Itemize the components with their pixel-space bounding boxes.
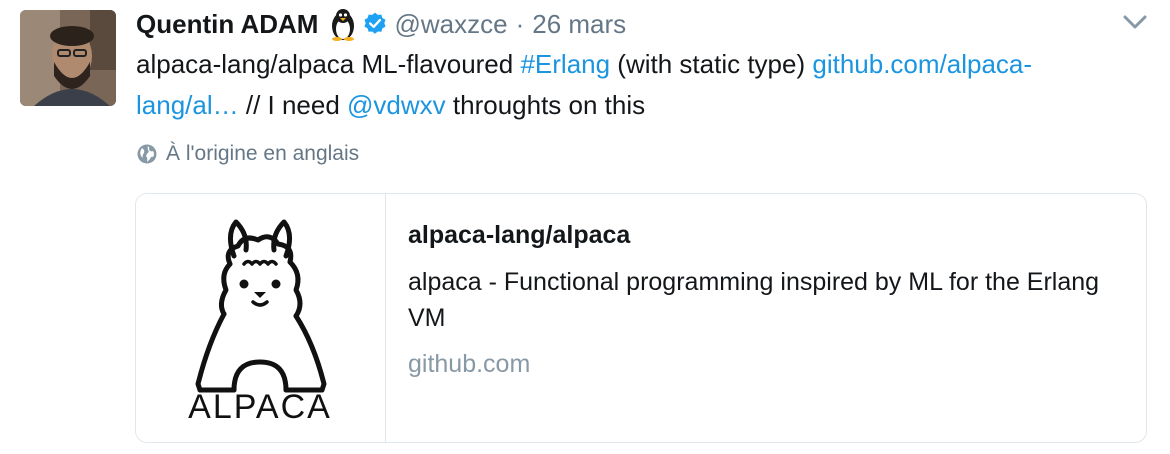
tux-penguin-icon: [332, 9, 355, 41]
tweet-date[interactable]: 26 mars: [532, 9, 626, 40]
alpaca-logo: ALPACA: [188, 219, 332, 426]
separator-dot: ·: [515, 8, 525, 39]
card-title[interactable]: alpaca-lang/alpaca: [408, 216, 1128, 254]
tweet-text-part: alpaca-lang/alpaca ML-flavoured: [136, 49, 521, 79]
card-image: ALPACA: [136, 194, 386, 442]
tweet-header: Quentin ADAM @waxzce · 26 mars: [136, 4, 626, 44]
author-handle[interactable]: @waxzce: [394, 9, 507, 40]
card-description: alpaca - Functional programming inspired…: [408, 268, 1100, 332]
tweet-text-part: throughts on this: [445, 90, 646, 120]
globe-icon: [137, 144, 157, 164]
tweet-text: alpaca-lang/alpaca ML-flavoured #Erlang …: [136, 44, 1126, 126]
author-name[interactable]: Quentin ADAM: [136, 9, 318, 40]
logo-text: ALPACA: [188, 388, 332, 426]
link-card[interactable]: ALPACA alpaca-lang/alpaca alpaca - Funct…: [135, 193, 1147, 443]
author-avatar[interactable]: [20, 10, 116, 106]
mention-link[interactable]: @vdwxv: [347, 90, 446, 120]
translate-label[interactable]: À l'origine en anglais: [166, 142, 359, 166]
hashtag-link[interactable]: #Erlang: [520, 49, 610, 79]
avatar-image: [20, 10, 116, 106]
card-body: alpaca-lang/alpaca alpaca - Functional p…: [408, 216, 1128, 380]
tweet-text-part: (with static type): [610, 49, 813, 79]
card-domain: github.com: [408, 350, 531, 378]
translate-link[interactable]: À l'origine en anglais: [136, 142, 359, 166]
verified-badge-icon: [364, 12, 386, 34]
tweet-text-part: // I need: [238, 90, 348, 120]
chevron-down-icon[interactable]: [1122, 12, 1148, 32]
